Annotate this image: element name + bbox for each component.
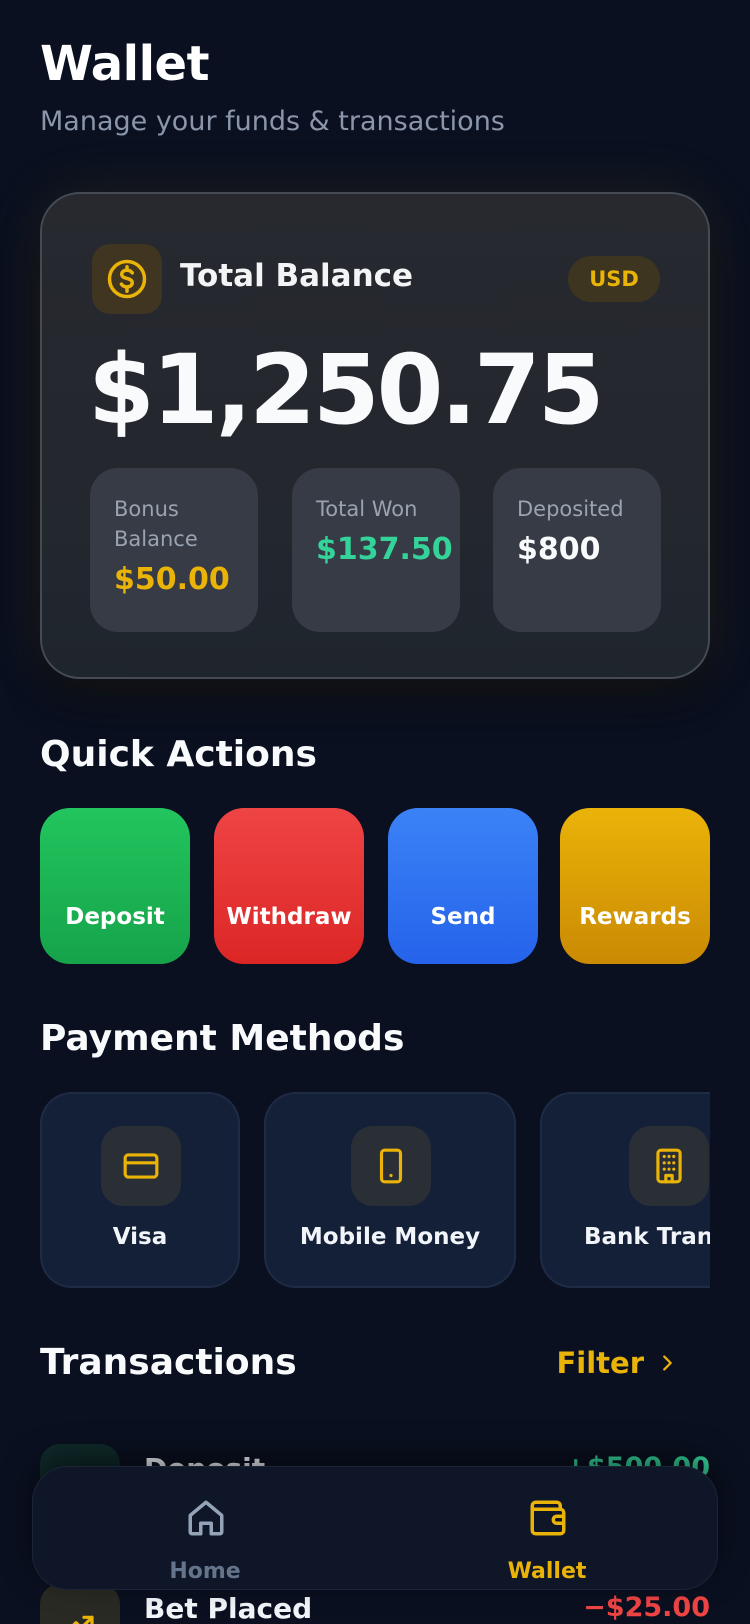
trending-up-icon xyxy=(40,1584,120,1624)
send-button[interactable]: Send xyxy=(388,808,538,964)
balance-card: Total Balance USD $1,250.75 Bonus Balanc… xyxy=(40,192,710,679)
balance-title: Total Balance xyxy=(180,258,414,294)
stat-label: Total Won xyxy=(316,497,418,521)
payment-method-visa[interactable]: Visa xyxy=(40,1092,240,1288)
page-subtitle: Manage your funds & transactions xyxy=(40,106,505,137)
wallet-icon xyxy=(530,1500,566,1536)
page-title: Wallet xyxy=(40,36,210,92)
filter-button[interactable]: Filter xyxy=(556,1346,678,1380)
deposit-button[interactable]: Deposit xyxy=(40,808,190,964)
transaction-title: Bet Placed xyxy=(144,1592,313,1624)
dollar-coin-icon xyxy=(92,244,162,314)
quick-actions-title: Quick Actions xyxy=(40,734,317,775)
page-header: Wallet Manage your funds & transactions xyxy=(40,36,505,137)
stat-deposited: Deposited $800 xyxy=(493,468,661,632)
payment-method-mobile-money[interactable]: Mobile Money xyxy=(264,1092,516,1288)
stat-label: Bonus Balance xyxy=(114,497,198,551)
withdraw-button[interactable]: Withdraw xyxy=(214,808,364,964)
stat-value: $137.50 xyxy=(316,532,453,567)
transactions-title: Transactions xyxy=(40,1342,297,1383)
bottom-nav: Home Wallet xyxy=(32,1466,718,1590)
nav-label: Home xyxy=(169,1559,241,1584)
nav-item-wallet[interactable]: Wallet xyxy=(447,1467,647,1589)
stat-value: $50.00 xyxy=(114,562,230,597)
smartphone-icon xyxy=(351,1126,431,1206)
bank-building-icon xyxy=(629,1126,709,1206)
stat-total-won: Total Won $137.50 xyxy=(292,468,460,632)
transaction-row[interactable]: Bet Placed −$25.00 xyxy=(40,1584,710,1624)
payment-method-label: Visa xyxy=(112,1224,168,1250)
nav-label: Wallet xyxy=(507,1559,587,1584)
balance-amount: $1,250.75 xyxy=(88,334,605,446)
stat-bonus-balance: Bonus Balance $50.00 xyxy=(90,468,258,632)
payment-method-bank-transfer[interactable]: Bank Transfer xyxy=(540,1092,710,1288)
filter-label: Filter xyxy=(556,1346,644,1380)
currency-badge[interactable]: USD xyxy=(568,256,660,302)
payment-method-label: Mobile Money xyxy=(299,1224,481,1250)
payment-methods-scroller[interactable]: Visa Mobile Money Bank Transfer xyxy=(40,1092,710,1290)
payment-method-label: Bank Transfer xyxy=(584,1224,710,1250)
nav-item-home[interactable]: Home xyxy=(105,1467,305,1589)
rewards-button[interactable]: Rewards xyxy=(560,808,710,964)
stat-label: Deposited xyxy=(517,497,624,521)
home-icon xyxy=(188,1500,224,1536)
stat-value: $800 xyxy=(517,532,601,567)
payment-methods-title: Payment Methods xyxy=(40,1018,405,1059)
chevron-right-icon xyxy=(663,1355,672,1371)
transaction-amount: −$25.00 xyxy=(583,1592,710,1623)
credit-card-icon xyxy=(101,1126,181,1206)
wallet-screen: Wallet Manage your funds & transactions … xyxy=(0,0,750,1624)
